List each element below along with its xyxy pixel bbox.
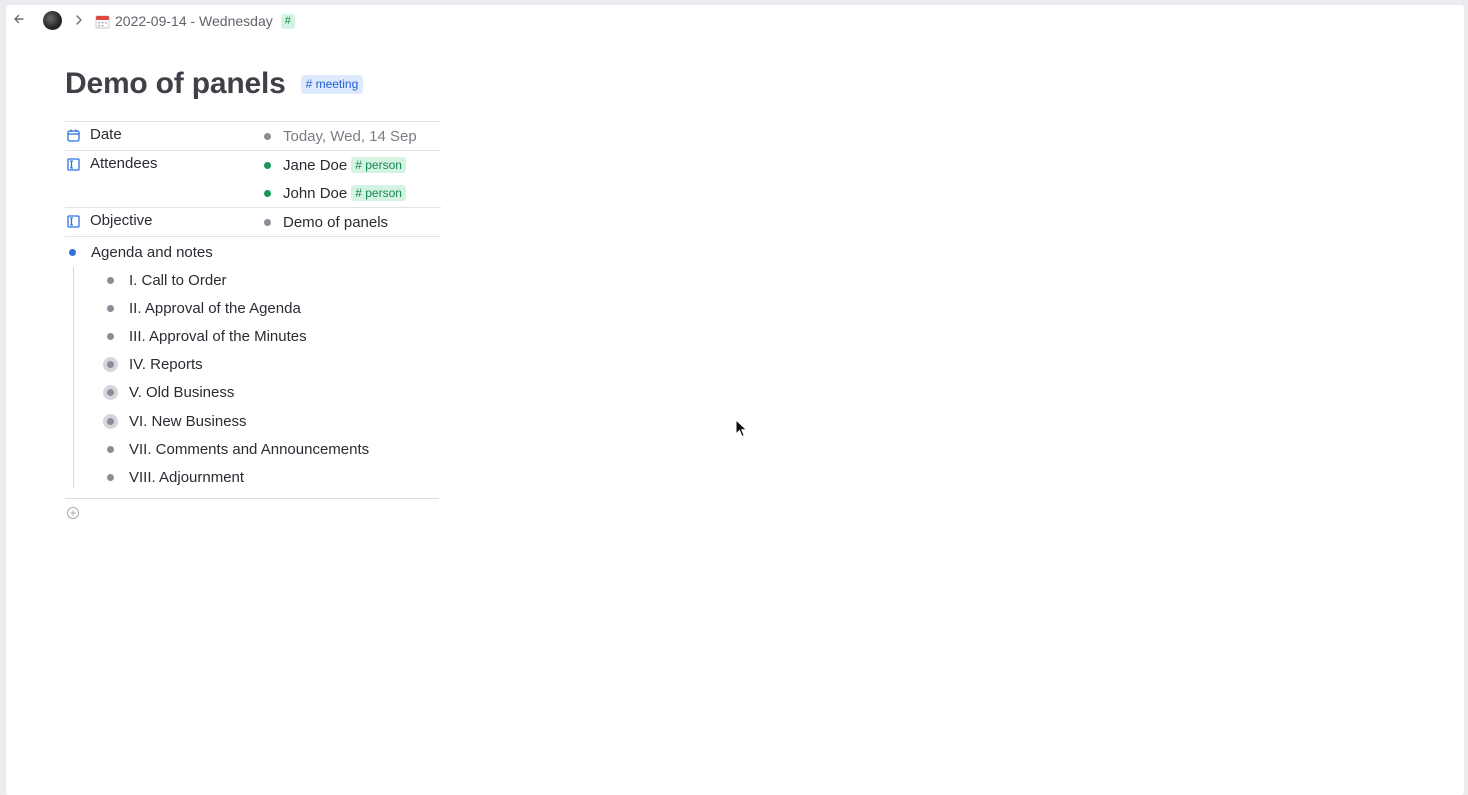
agenda-item[interactable]: III. Approval of the Minutes [103, 322, 369, 350]
breadcrumb-page-label: 2022-09-14 - Wednesday [115, 13, 273, 29]
agenda-item-label: IV. Reports [129, 356, 203, 374]
date-value[interactable]: Today, Wed, 14 Sep [261, 122, 441, 150]
bullet-icon[interactable] [107, 473, 114, 481]
field-row-date: Date Today, Wed, 14 Sep [65, 121, 441, 150]
chevron-right-icon [76, 15, 82, 25]
mouse-cursor-icon [735, 419, 748, 438]
divider [65, 498, 439, 499]
agenda-heading[interactable]: Agenda and notes [65, 238, 213, 266]
field-row-attendees: Attendees Jane Doe # person John Doe # p… [65, 150, 441, 207]
field-icon [67, 215, 80, 228]
field-label-text: Attendees [90, 155, 158, 172]
calendar-icon [67, 129, 80, 142]
add-circle-icon[interactable] [66, 506, 80, 520]
agenda-item-label: II. Approval of the Agenda [129, 299, 301, 317]
objective-value-text: Demo of panels [283, 213, 389, 231]
attendee-item[interactable]: John Doe # person [261, 179, 441, 207]
bullet-icon[interactable] [107, 304, 114, 312]
agenda-item-label: VI. New Business [129, 412, 247, 430]
breadcrumb-tag[interactable]: # [280, 13, 295, 29]
breadcrumb-page[interactable]: 2022-09-14 - Wednesday # [95, 11, 295, 31]
collapsed-bullet-icon[interactable] [107, 389, 114, 397]
bullet-icon[interactable] [107, 332, 114, 340]
field-label-objective[interactable]: Objective [65, 208, 261, 232]
fields-table: Date Today, Wed, 14 Sep Attendees Jane D… [65, 121, 441, 237]
agenda-item-label: VII. Comments and Announcements [129, 440, 370, 458]
bullet-icon[interactable] [107, 276, 114, 284]
collapsed-bullet-icon[interactable] [107, 417, 114, 425]
field-label-text: Objective [90, 212, 153, 229]
field-label-date[interactable]: Date [65, 122, 261, 146]
agenda-item[interactable]: IV. Reports [103, 351, 369, 379]
bullet-icon [69, 248, 76, 256]
objective-value[interactable]: Demo of panels [261, 208, 441, 236]
field-label-attendees[interactable]: Attendees [65, 151, 261, 175]
attendee-name: Jane Doe [283, 156, 348, 174]
bullet-icon[interactable] [107, 445, 114, 453]
field-label-text: Date [90, 126, 122, 143]
agenda-list: I. Call to Order II. Approval of the Age… [103, 266, 369, 492]
bullet-icon [264, 161, 271, 169]
main-panel: 2022-09-14 - Wednesday # Demo of panels … [6, 5, 1464, 795]
attendee-name: John Doe [283, 184, 348, 202]
agenda-item[interactable]: VIII. Adjournment [103, 463, 369, 491]
arrow-left-icon[interactable] [12, 11, 26, 27]
collapsed-bullet-icon[interactable] [107, 361, 114, 369]
attendee-item[interactable]: Jane Doe # person [261, 151, 441, 179]
agenda-item[interactable]: II. Approval of the Agenda [103, 294, 369, 322]
agenda-item[interactable]: V. Old Business [103, 379, 369, 407]
agenda-item-label: I. Call to Order [129, 271, 227, 289]
agenda-item-label: III. Approval of the Minutes [129, 327, 307, 345]
agenda-item[interactable]: I. Call to Order [103, 266, 369, 294]
field-icon [67, 158, 80, 171]
bullet-icon [264, 132, 271, 140]
page-title[interactable]: Demo of panels [65, 67, 286, 101]
field-values-objective: Demo of panels [261, 208, 441, 236]
field-values-attendees: Jane Doe # person John Doe # person [261, 151, 441, 207]
agenda-item-label: V. Old Business [129, 384, 235, 402]
indent-guide [73, 267, 74, 488]
agenda-item[interactable]: VII. Comments and Announcements [103, 435, 369, 463]
title-row: Demo of panels # meeting [65, 67, 364, 101]
date-value-text: Today, Wed, 14 Sep [283, 127, 417, 145]
bullet-icon [264, 218, 271, 226]
workspace-avatar[interactable] [43, 11, 62, 30]
breadcrumb: 2022-09-14 - Wednesday # [6, 5, 1464, 37]
calendar-icon [95, 15, 110, 28]
person-tag[interactable]: # person [351, 185, 406, 201]
agenda-item-label: VIII. Adjournment [129, 468, 245, 486]
agenda-item[interactable]: VI. New Business [103, 407, 369, 435]
field-values-date: Today, Wed, 14 Sep [261, 122, 441, 150]
agenda-heading-label: Agenda and notes [91, 243, 213, 261]
meeting-tag[interactable]: # meeting [300, 74, 364, 94]
person-tag[interactable]: # person [351, 157, 406, 173]
field-row-objective: Objective Demo of panels [65, 207, 441, 237]
bullet-icon [264, 189, 271, 197]
